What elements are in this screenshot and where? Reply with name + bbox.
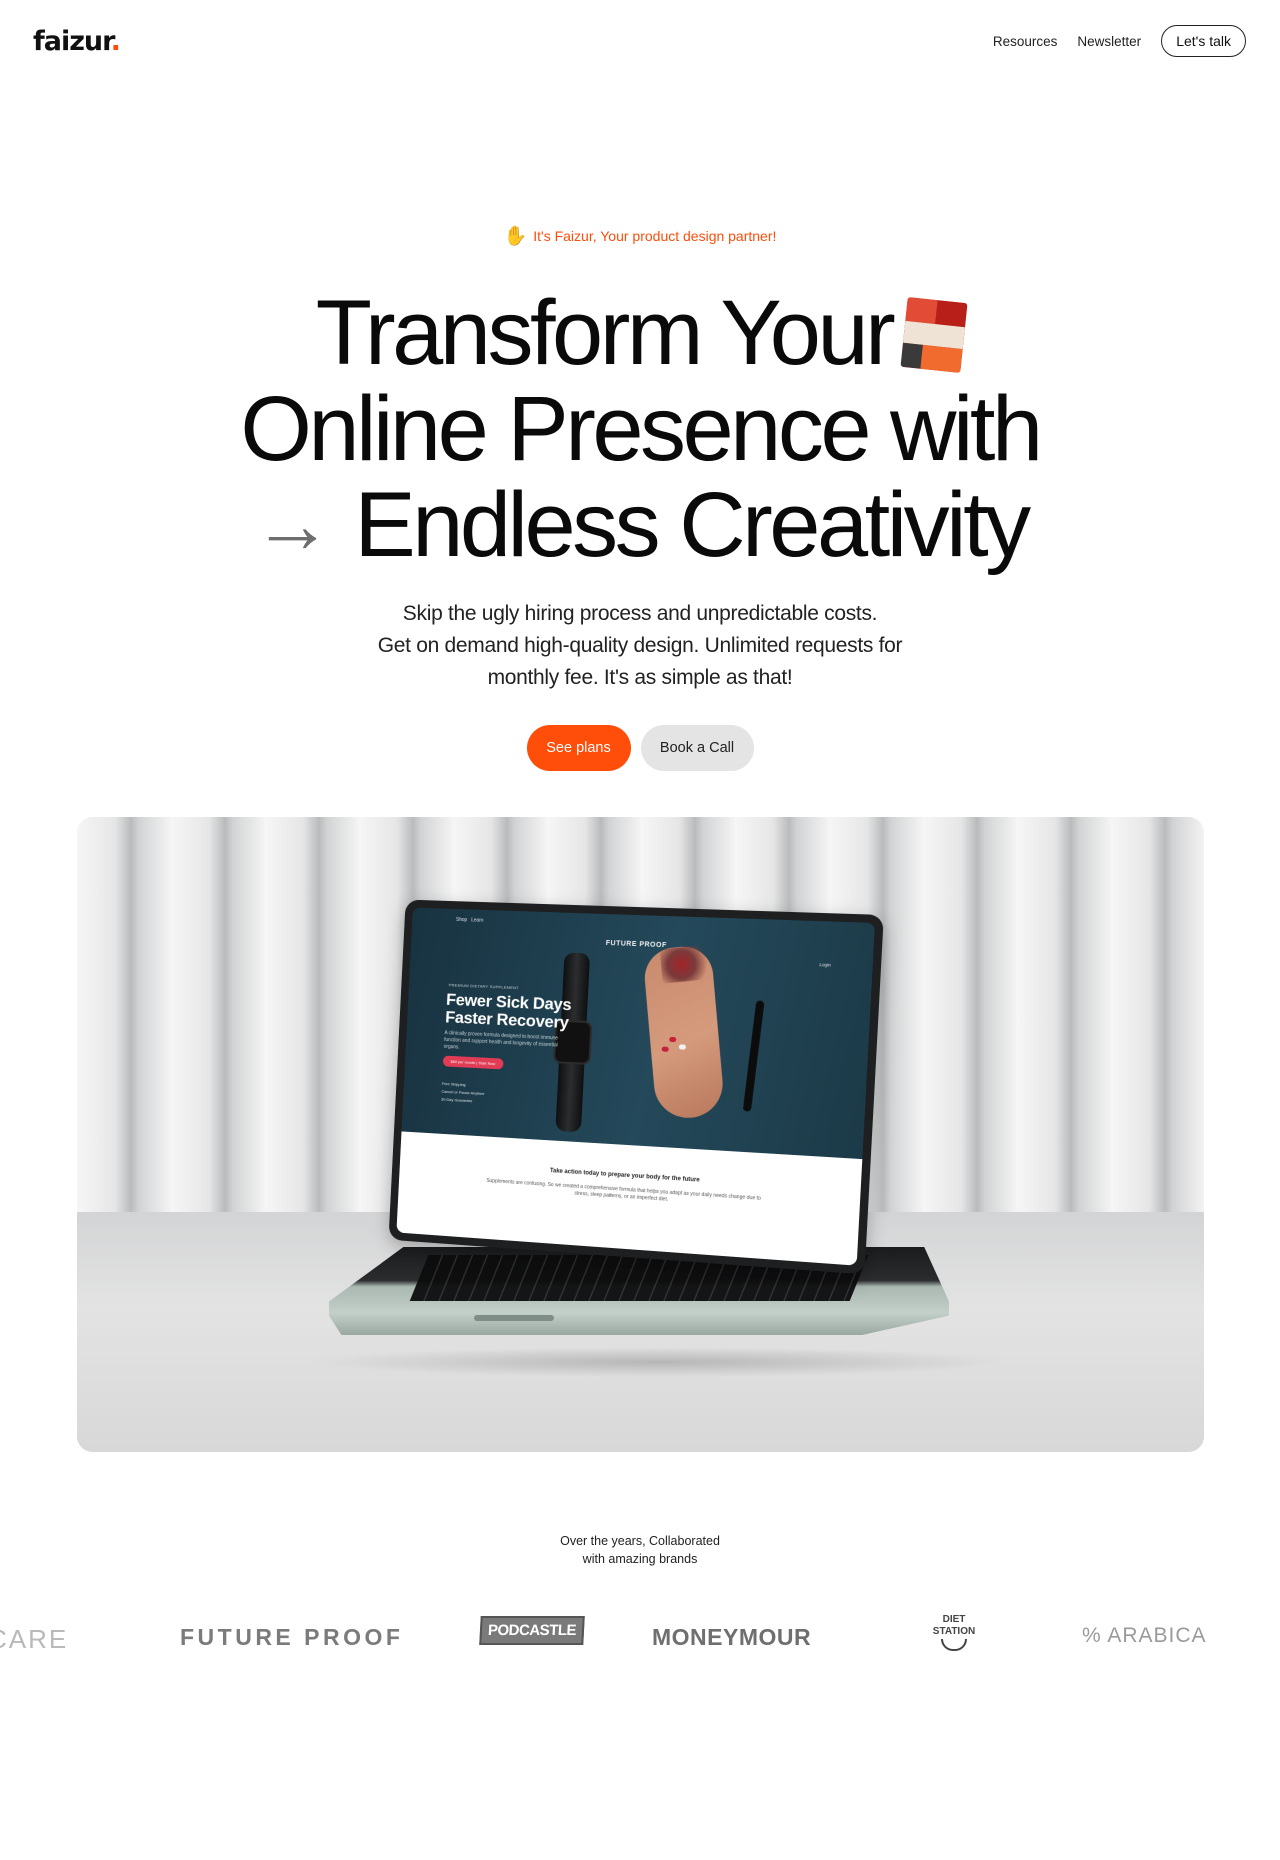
headline-line-3: → Endless Creativity [0, 477, 1280, 573]
pen-image [742, 1000, 765, 1112]
laptop-mockup: Shop Learn FUTURE PROOF Login PREMIUM DI… [299, 899, 1019, 1377]
eyebrow-text: It's Faizur, Your product design partner… [533, 228, 777, 244]
brands-intro-line-2: with amazing brands [582, 1552, 698, 1566]
arrow-right-icon: → [252, 480, 333, 569]
screen-description: A clinically proven formula designed to … [443, 1030, 559, 1051]
hand-tattoo [659, 944, 713, 984]
screen-nav-shop: Shop [455, 916, 468, 924]
laptop-shadow [309, 1347, 1009, 1377]
brand-logo-arabica: % ARABICA [1082, 1624, 1207, 1647]
screen-title: Fewer Sick Days Faster Recovery [444, 990, 572, 1033]
brand-diet-word: DIET [942, 1614, 966, 1625]
headline-line-2: Online Presence with [240, 378, 1043, 480]
brand-logo-moneymour: MONEYMOUR [652, 1624, 812, 1650]
screen-nav: Shop Learn [456, 917, 484, 924]
logo-text: faizur [33, 26, 112, 57]
headline-line-1-text: Transform Your [315, 282, 896, 384]
screen-checklist: Free Shipping Cancel or Pause Anytime 30… [441, 1080, 485, 1106]
smile-icon [941, 1639, 967, 1651]
showcase-image: Shop Learn FUTURE PROOF Login PREMIUM DI… [77, 817, 1204, 1452]
logo[interactable]: faizur. [33, 26, 121, 57]
pill-red [669, 1036, 677, 1043]
screen-brand: FUTURE PROOF [605, 939, 667, 950]
headline-line-1: Transform Your [0, 285, 1280, 381]
screen-hero: Shop Learn FUTURE PROOF Login PREMIUM DI… [401, 907, 875, 1160]
brand-logo-care: CARE [0, 1624, 69, 1654]
laptop-screen-frame: Shop Learn FUTURE PROOF Login PREMIUM DI… [388, 899, 884, 1275]
screen-nav-learn: Learn [470, 917, 484, 924]
logo-dot: . [110, 26, 121, 57]
brands-intro: Over the years, Collaborated with amazin… [0, 1532, 1280, 1568]
brand-logo-podcastle: PODCASTLE [479, 1616, 585, 1645]
screen-title-line-2: Faster Recovery [444, 1007, 570, 1033]
subtext-line-3: monthly fee. It's as simple as that! [487, 666, 793, 689]
nav-link-resources[interactable]: Resources [993, 34, 1058, 49]
book-a-call-button[interactable]: Book a Call [640, 725, 754, 771]
subtext-line-1: Skip the ugly hiring process and unpredi… [402, 602, 878, 625]
hero-eyebrow: ✋ It's Faizur, Your product design partn… [0, 224, 1280, 248]
laptop-hinge-notch [474, 1315, 554, 1321]
screen-login: Login [819, 962, 831, 968]
top-nav: faizur. Resources Newsletter Let's talk [0, 0, 1280, 84]
subtext-line-2: Get on demand high-quality design. Unlim… [377, 634, 903, 657]
brand-logos-row: CARE FUTURE PROOF PODCASTLE MONEYMOUR DI… [0, 1610, 1280, 1666]
hero-subtext: Skip the ugly hiring process and unpredi… [0, 598, 1280, 694]
lets-talk-button[interactable]: Let's talk [1161, 25, 1246, 57]
pill-white [678, 1044, 687, 1050]
screen-eyebrow: PREMIUM DIETARY SUPPLEMENT [448, 982, 519, 991]
brand-station-word: STATION [932, 1626, 976, 1637]
headline-line-3-text: Endless Creativity [354, 474, 1031, 576]
hero-cta-row: See plans Book a Call [0, 725, 1280, 771]
screen-start-button: $60 per month | Start Now [442, 1055, 504, 1070]
brand-logo-diet-station: DIET STATION [928, 1614, 980, 1651]
nav-link-newsletter[interactable]: Newsletter [1077, 34, 1141, 49]
nav-links: Resources Newsletter Let's talk [993, 25, 1246, 57]
see-plans-button[interactable]: See plans [526, 725, 631, 771]
brands-intro-line-1: Over the years, Collaborated [560, 1534, 720, 1548]
waving-hand-icon: ✋ [503, 226, 528, 247]
laptop-screen: Shop Learn FUTURE PROOF Login PREMIUM DI… [396, 907, 875, 1266]
hero-headline: Transform Your Online Presence with → End… [0, 285, 1280, 573]
pill-red [661, 1046, 669, 1052]
brand-logo-future-proof: FUTURE PROOF [180, 1624, 404, 1650]
headline-thumbnail-image [900, 297, 968, 373]
